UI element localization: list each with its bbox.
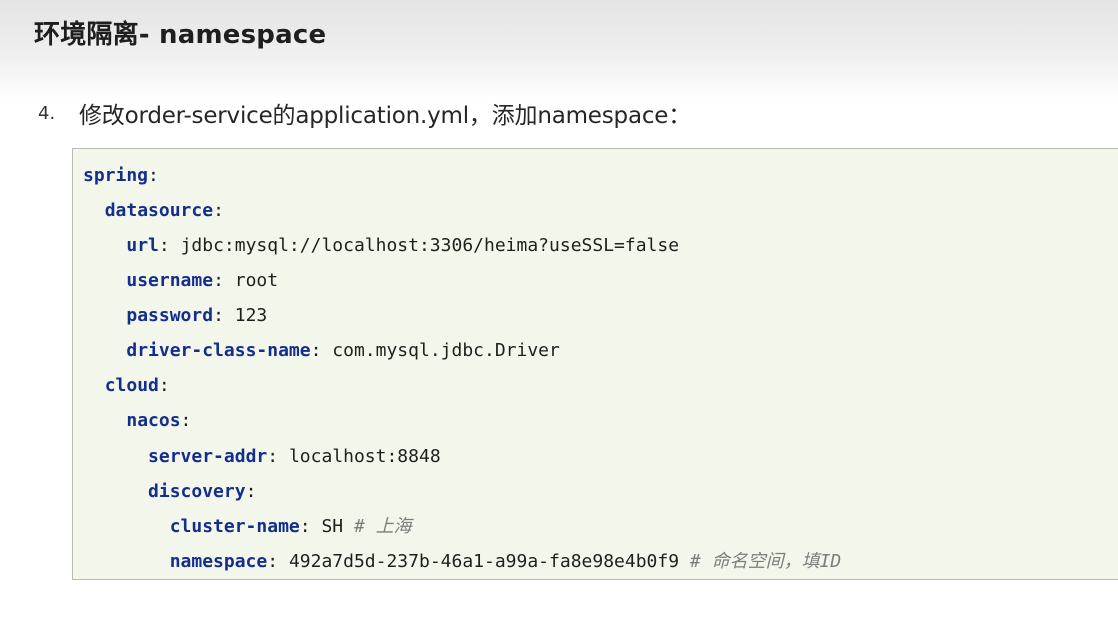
code-line: discovery: [83, 474, 256, 509]
yaml-separator: : [267, 446, 289, 467]
yaml-code-block: spring: datasource: url: jdbc:mysql://lo… [72, 148, 1118, 580]
yaml-comment: # 上海 [353, 516, 412, 537]
yaml-separator: : [213, 200, 224, 221]
yaml-value: 492a7d5d-237b-46a1-a99a-fa8e98e4b0f9 [288, 551, 690, 572]
yaml-key: spring [83, 165, 149, 186]
yaml-separator: : [245, 481, 257, 502]
page-title: 环境隔离- namespace [34, 20, 327, 50]
yaml-separator: : [267, 551, 289, 572]
step-text: 修改order-service的application.yml，添加namesp… [79, 103, 692, 129]
yaml-key: server-addr [148, 446, 268, 467]
code-line: server-addr: localhost:8848 [83, 439, 441, 474]
yaml-separator: : [310, 340, 333, 361]
yaml-value: localhost:8848 [288, 446, 441, 467]
yaml-separator: : [213, 305, 235, 326]
code-line: driver-class-name: com.mysql.jdbc.Driver [83, 333, 560, 368]
step-number: 4. [38, 102, 56, 124]
code-line: cluster-name: SH # 上海 [83, 509, 412, 544]
yaml-key: datasource [104, 200, 214, 221]
yaml-key: cluster-name [169, 516, 300, 537]
yaml-separator: : [299, 516, 322, 537]
code-line: spring: [83, 158, 159, 193]
yaml-key: nacos [126, 410, 181, 431]
yaml-value: root [234, 270, 279, 291]
yaml-key: url [126, 235, 159, 256]
yaml-value: SH [321, 516, 354, 537]
yaml-separator: : [158, 375, 170, 396]
yaml-key: driver-class-name [126, 340, 311, 361]
instruction-step: 4. 修改order-service的application.yml，添加nam… [38, 96, 691, 130]
yaml-separator: : [148, 165, 159, 186]
yaml-key: username [126, 270, 214, 291]
yaml-separator: : [158, 235, 181, 256]
yaml-value: jdbc:mysql://localhost:3306/heima?useSSL… [180, 235, 680, 256]
yaml-value: 123 [234, 305, 268, 326]
yaml-value: com.mysql.jdbc.Driver [332, 340, 560, 361]
code-line: cloud: [83, 368, 170, 403]
yaml-key: namespace [169, 551, 268, 572]
code-line: url: jdbc:mysql://localhost:3306/heima?u… [83, 228, 679, 263]
yaml-comment: # 命名空间，填ID [689, 551, 842, 572]
yaml-key: cloud [104, 375, 159, 396]
yaml-key: password [126, 305, 214, 326]
code-line: username: root [83, 263, 278, 298]
code-line: password: 123 [83, 298, 267, 333]
yaml-key: discovery [148, 481, 246, 502]
code-line: datasource: [83, 193, 224, 228]
code-line: namespace: 492a7d5d-237b-46a1-a99a-fa8e9… [83, 544, 842, 579]
yaml-separator: : [180, 410, 192, 431]
code-line: nacos: [83, 403, 191, 438]
yaml-separator: : [213, 270, 235, 291]
